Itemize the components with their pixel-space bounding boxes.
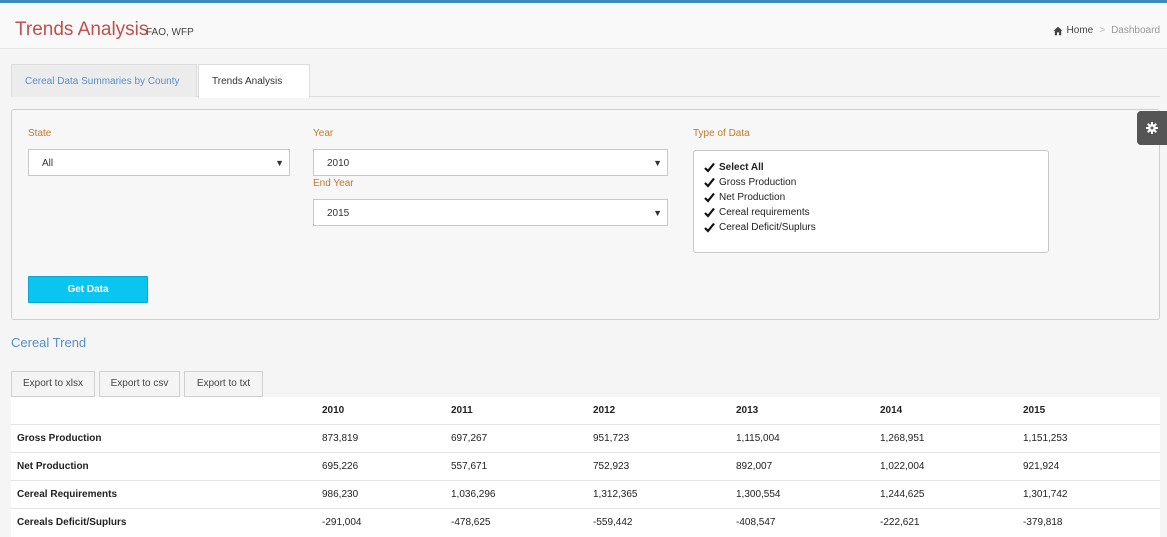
checkbox-gross-production[interactable]: Gross Production — [694, 175, 1048, 190]
year-label: Year — [313, 128, 334, 139]
checkbox-label: Select All — [719, 162, 764, 173]
column-header: 2015 — [1023, 405, 1046, 416]
column-header: 2013 — [736, 405, 759, 416]
table-cell: -379,818 — [1023, 517, 1063, 528]
column-header: 2010 — [322, 405, 345, 416]
checkbox-label: Cereal Deficit/Suplurs — [719, 222, 816, 233]
page-subtitle: FAO, WFP — [146, 27, 194, 38]
caret-down-icon: ▼ — [275, 158, 284, 168]
breadcrumb: Home > Dashboard — [1053, 25, 1160, 36]
table-header-row: 2010 2011 2012 2013 2014 2015 — [11, 397, 1160, 425]
table-cell: 752,923 — [593, 461, 630, 472]
column-header: 2012 — [593, 405, 616, 416]
page-header: Trends Analysis FAO, WFP Home > Dashboar… — [0, 3, 1167, 49]
table-row: Cereals Deficit/Suplurs -291,004 -478,62… — [11, 509, 1160, 537]
filter-panel: State All ▼ Year 2010 ▼ End Year 2015 ▼ … — [11, 109, 1160, 320]
breadcrumb-separator: > — [1099, 25, 1106, 36]
tab-bar: Cereal Data Summaries by County Trends A… — [11, 64, 1160, 98]
check-icon — [704, 177, 715, 188]
cereal-trend-table: 2010 2011 2012 2013 2014 2015 Gross Prod… — [11, 397, 1160, 537]
check-icon — [704, 192, 715, 203]
check-icon — [704, 162, 715, 173]
type-of-data-list: Select All Gross Production Net Producti… — [693, 150, 1049, 253]
table-cell: -559,442 — [593, 517, 633, 528]
state-select-value: All — [42, 158, 54, 169]
checkbox-label: Cereal requirements — [719, 207, 810, 218]
tab-trends-analysis[interactable]: Trends Analysis — [198, 64, 310, 98]
row-label: Cereals Deficit/Suplurs — [17, 517, 127, 528]
table-row: Gross Production 873,819 697,267 951,723… — [11, 425, 1160, 453]
caret-down-icon: ▼ — [653, 208, 662, 218]
section-title: Cereal Trend — [11, 335, 87, 350]
checkbox-net-production[interactable]: Net Production — [694, 190, 1048, 205]
checkbox-select-all[interactable]: Select All — [694, 160, 1048, 175]
table-cell: 697,267 — [451, 433, 488, 444]
caret-down-icon: ▼ — [653, 158, 662, 168]
export-txt-button[interactable]: Export to txt — [184, 371, 263, 397]
table-cell: 695,226 — [322, 461, 359, 472]
page-title: Trends Analysis — [15, 19, 149, 40]
end-year-label: End Year — [313, 178, 354, 189]
table-cell: 1,244,625 — [880, 489, 925, 500]
column-header: 2014 — [880, 405, 903, 416]
table-cell: 921,924 — [1023, 461, 1060, 472]
breadcrumb-home-link[interactable]: Home — [1067, 25, 1094, 36]
checkbox-label: Net Production — [719, 192, 786, 203]
export-csv-button[interactable]: Export to csv — [99, 371, 180, 397]
check-icon — [704, 222, 715, 233]
table-cell: 951,723 — [593, 433, 630, 444]
end-year-select-value: 2015 — [327, 208, 350, 219]
tab-cereal-data-summaries[interactable]: Cereal Data Summaries by County — [11, 64, 197, 97]
checkbox-cereal-requirements[interactable]: Cereal requirements — [694, 205, 1048, 220]
row-label: Cereal Requirements — [17, 489, 118, 500]
export-xlsx-button[interactable]: Export to xlsx — [11, 371, 95, 397]
table-row: Cereal Requirements 986,230 1,036,296 1,… — [11, 481, 1160, 509]
check-icon — [704, 207, 715, 218]
table-cell: 557,671 — [451, 461, 488, 472]
year-select-value: 2010 — [327, 158, 350, 169]
table-cell: 1,300,554 — [736, 489, 781, 500]
gear-icon — [1146, 122, 1158, 134]
table-cell: -408,547 — [736, 517, 776, 528]
table-cell: -222,621 — [880, 517, 920, 528]
table-cell: -291,004 — [322, 517, 362, 528]
table-cell: 892,007 — [736, 461, 773, 472]
table-cell: 1,115,004 — [736, 433, 780, 444]
settings-toggle[interactable] — [1137, 111, 1167, 145]
table-cell: 1,312,365 — [593, 489, 638, 500]
state-label: State — [28, 128, 52, 139]
table-cell: 1,022,004 — [880, 461, 925, 472]
table-cell: 1,268,951 — [880, 433, 925, 444]
breadcrumb-current: Dashboard — [1111, 25, 1160, 36]
year-select[interactable]: 2010 ▼ — [313, 149, 668, 176]
table-row: Net Production 695,226 557,671 752,923 8… — [11, 453, 1160, 481]
column-header: 2011 — [451, 405, 473, 416]
end-year-select[interactable]: 2015 ▼ — [313, 199, 668, 226]
state-select[interactable]: All ▼ — [28, 149, 290, 176]
table-cell: -478,625 — [451, 517, 491, 528]
table-cell: 873,819 — [322, 433, 359, 444]
get-data-button[interactable]: Get Data — [28, 276, 148, 303]
row-label: Gross Production — [17, 433, 102, 444]
table-cell: 986,230 — [322, 489, 359, 500]
home-icon — [1053, 26, 1063, 35]
checkbox-label: Gross Production — [719, 177, 797, 188]
type-of-data-label: Type of Data — [693, 128, 750, 139]
checkbox-cereal-deficit[interactable]: Cereal Deficit/Suplurs — [694, 220, 1048, 235]
table-cell: 1,036,296 — [451, 489, 496, 500]
table-cell: 1,301,742 — [1023, 489, 1068, 500]
table-cell: 1,151,253 — [1023, 433, 1068, 444]
row-label: Net Production — [17, 461, 89, 472]
